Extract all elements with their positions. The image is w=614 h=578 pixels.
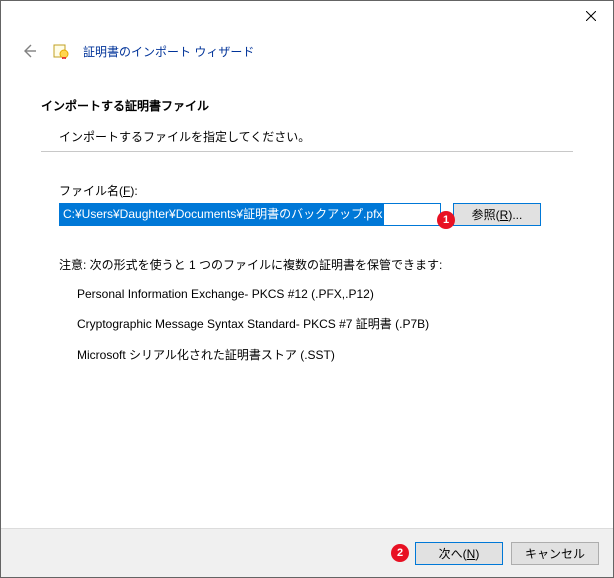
- file-name-input[interactable]: [59, 203, 441, 226]
- wizard-window: 証明書のインポート ウィザード インポートする証明書ファイル インポートするファ…: [0, 0, 614, 578]
- cancel-button[interactable]: キャンセル: [511, 542, 599, 565]
- close-button[interactable]: [568, 1, 613, 30]
- note-list: Personal Information Exchange- PKCS #12 …: [77, 287, 573, 363]
- note-item: Personal Information Exchange- PKCS #12 …: [77, 287, 573, 301]
- note-section: 注意: 次の形式を使うと 1 つのファイルに複数の証明書を保管できます: Per…: [59, 256, 573, 363]
- back-arrow-icon: [21, 43, 37, 59]
- file-row: C:¥Users¥Daughter¥Documents¥証明書のバックアップ.p…: [59, 203, 573, 226]
- divider: [41, 151, 573, 152]
- titlebar: [1, 1, 613, 31]
- next-button[interactable]: 次へ(N): [415, 542, 503, 565]
- browse-button[interactable]: 参照(R)...: [453, 203, 541, 226]
- file-field-block: ファイル名(F): C:¥Users¥Daughter¥Documents¥証明…: [59, 182, 573, 226]
- file-name-label: ファイル名(F):: [59, 182, 573, 199]
- note-item: Microsoft シリアル化された証明書ストア (.SST): [77, 346, 573, 363]
- note-item: Cryptographic Message Syntax Standard- P…: [77, 315, 573, 332]
- file-input-wrap: C:¥Users¥Daughter¥Documents¥証明書のバックアップ.p…: [59, 203, 441, 226]
- back-button[interactable]: [19, 41, 39, 61]
- wizard-footer: 次へ(N) キャンセル: [1, 528, 613, 577]
- note-intro: 注意: 次の形式を使うと 1 つのファイルに複数の証明書を保管できます:: [59, 256, 573, 273]
- section-heading: インポートする証明書ファイル: [41, 97, 573, 114]
- close-icon: [586, 11, 596, 21]
- certificate-wizard-icon: [53, 43, 69, 59]
- wizard-body: インポートする証明書ファイル インポートするファイルを指定してください。 ファイ…: [1, 65, 613, 528]
- wizard-header: 証明書のインポート ウィザード: [1, 31, 613, 65]
- instruction-text: インポートするファイルを指定してください。: [59, 128, 573, 145]
- wizard-title: 証明書のインポート ウィザード: [83, 43, 254, 60]
